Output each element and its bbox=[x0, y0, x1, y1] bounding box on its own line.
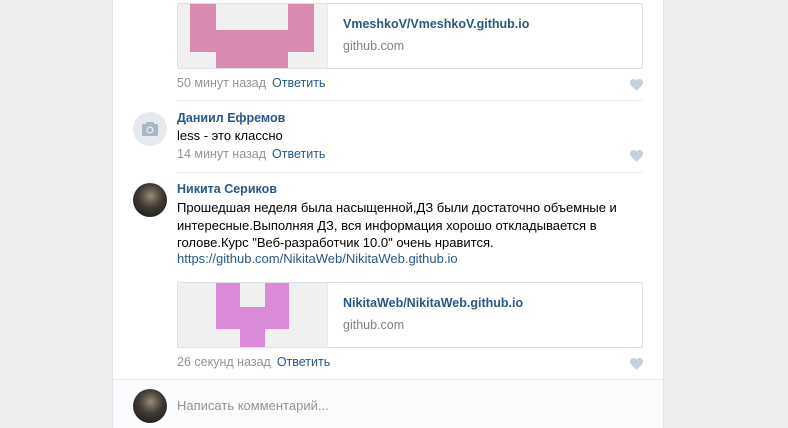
camera-icon bbox=[142, 122, 158, 136]
comment-time[interactable]: 50 минут назад bbox=[177, 76, 266, 90]
reply-button[interactable]: Ответить bbox=[272, 147, 325, 161]
comment-meta: 50 минут назад Ответить bbox=[177, 76, 325, 90]
comment-time[interactable]: 14 минут назад bbox=[177, 147, 266, 161]
comment-meta: 26 секунд назад Ответить bbox=[177, 355, 330, 369]
comment-author[interactable]: Никита Сериков bbox=[177, 182, 277, 196]
comment-author[interactable]: Даниил Ефремов bbox=[177, 111, 285, 125]
identicon-image bbox=[190, 4, 314, 68]
comment-text: less - это классно bbox=[177, 128, 283, 143]
link-snippet[interactable]: VmeshkoV/VmeshkoV.github.io github.com bbox=[177, 3, 643, 69]
avatar[interactable] bbox=[133, 112, 167, 146]
comment-meta: 14 минут назад Ответить bbox=[177, 147, 325, 161]
avatar[interactable] bbox=[133, 183, 167, 217]
identicon-thumbnail bbox=[178, 4, 328, 68]
reply-button[interactable]: Ответить bbox=[277, 355, 330, 369]
heart-icon[interactable] bbox=[630, 358, 643, 370]
comment-text: Прошедшая неделя была насыщенной,ДЗ были… bbox=[177, 200, 617, 250]
heart-icon[interactable] bbox=[630, 150, 643, 162]
snippet-title[interactable]: NikitaWeb/NikitaWeb.github.io bbox=[343, 296, 523, 310]
link-snippet[interactable]: NikitaWeb/NikitaWeb.github.io github.com bbox=[177, 282, 643, 348]
reply-button[interactable]: Ответить bbox=[272, 76, 325, 90]
comment-divider bbox=[177, 172, 643, 173]
identicon-thumbnail bbox=[178, 283, 328, 347]
comment-divider bbox=[177, 100, 643, 101]
snippet-domain: github.com bbox=[343, 318, 405, 332]
comment-link[interactable]: https://github.com/NikitaWeb/NikitaWeb.g… bbox=[177, 250, 458, 268]
heart-icon[interactable] bbox=[630, 79, 643, 91]
comments-card: VmeshkoV/VmeshkoV.github.io github.com 5… bbox=[113, 0, 663, 428]
avatar[interactable] bbox=[133, 389, 167, 423]
comment-input[interactable]: Написать комментарий... bbox=[177, 398, 617, 413]
comment-time[interactable]: 26 секунд назад bbox=[177, 355, 271, 369]
snippet-title[interactable]: VmeshkoV/VmeshkoV.github.io bbox=[343, 17, 529, 31]
snippet-domain: github.com bbox=[343, 39, 405, 53]
identicon-image bbox=[216, 283, 289, 347]
